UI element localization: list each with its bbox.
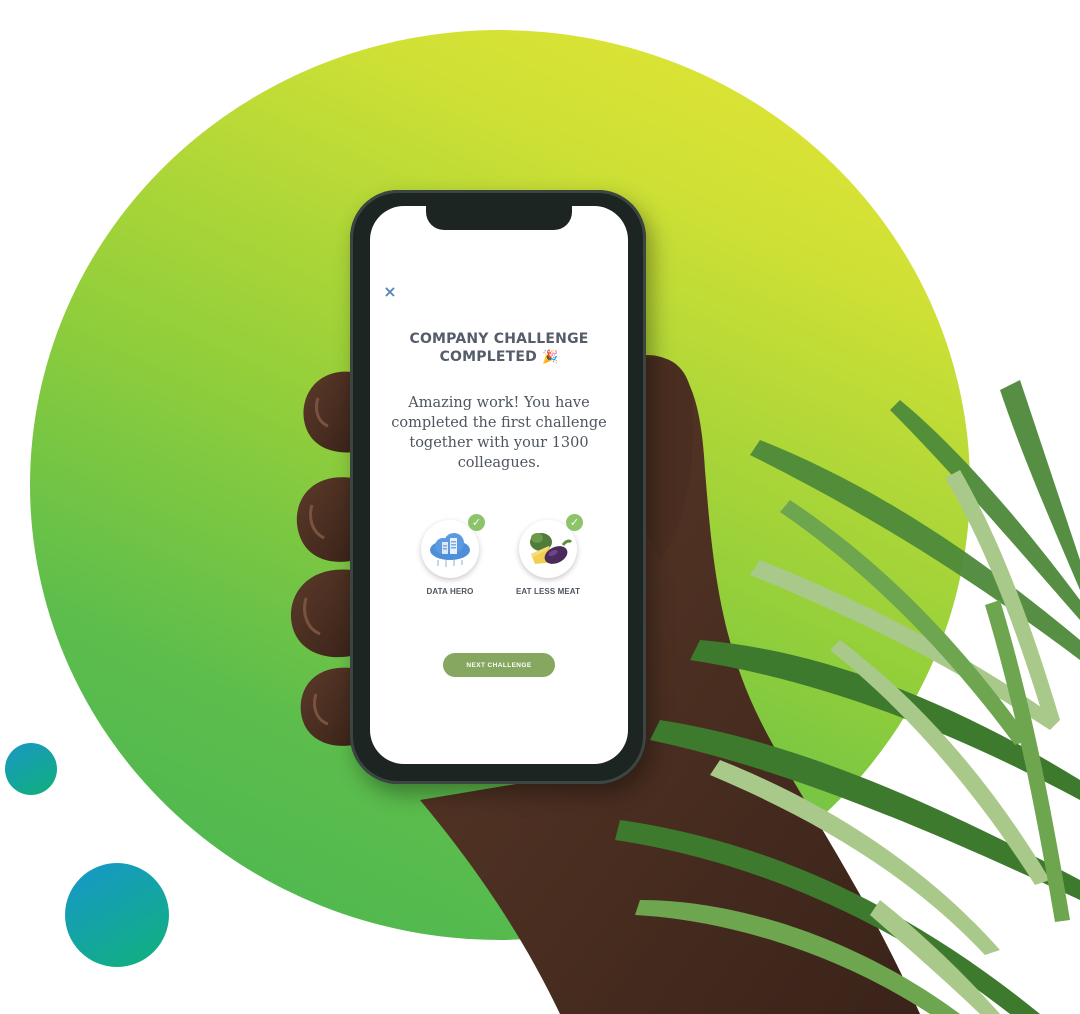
marketing-hero: × COMPANY CHALLENGE COMPLETED 🎉 Amazing …	[0, 0, 1080, 1014]
plant-leaves-illustration	[615, 380, 1080, 1014]
